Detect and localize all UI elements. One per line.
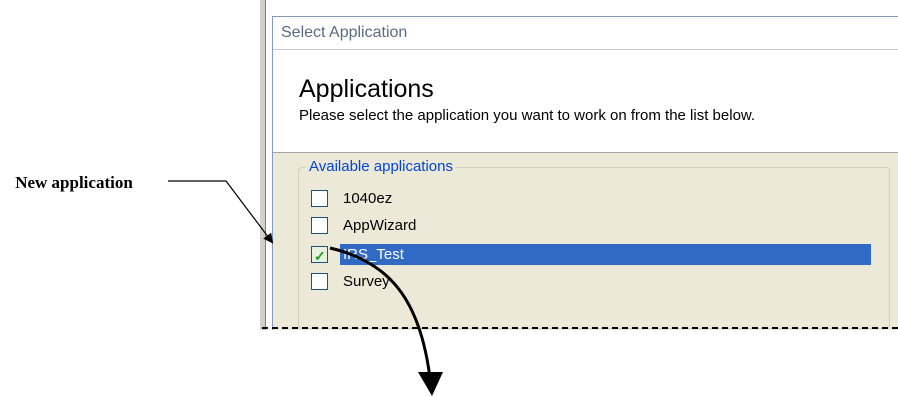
- flow-arrowhead: [418, 372, 443, 396]
- pointer-arrow: [168, 180, 274, 244]
- flow-arrow: [329, 246, 432, 379]
- annotation-arrows: [168, 180, 443, 396]
